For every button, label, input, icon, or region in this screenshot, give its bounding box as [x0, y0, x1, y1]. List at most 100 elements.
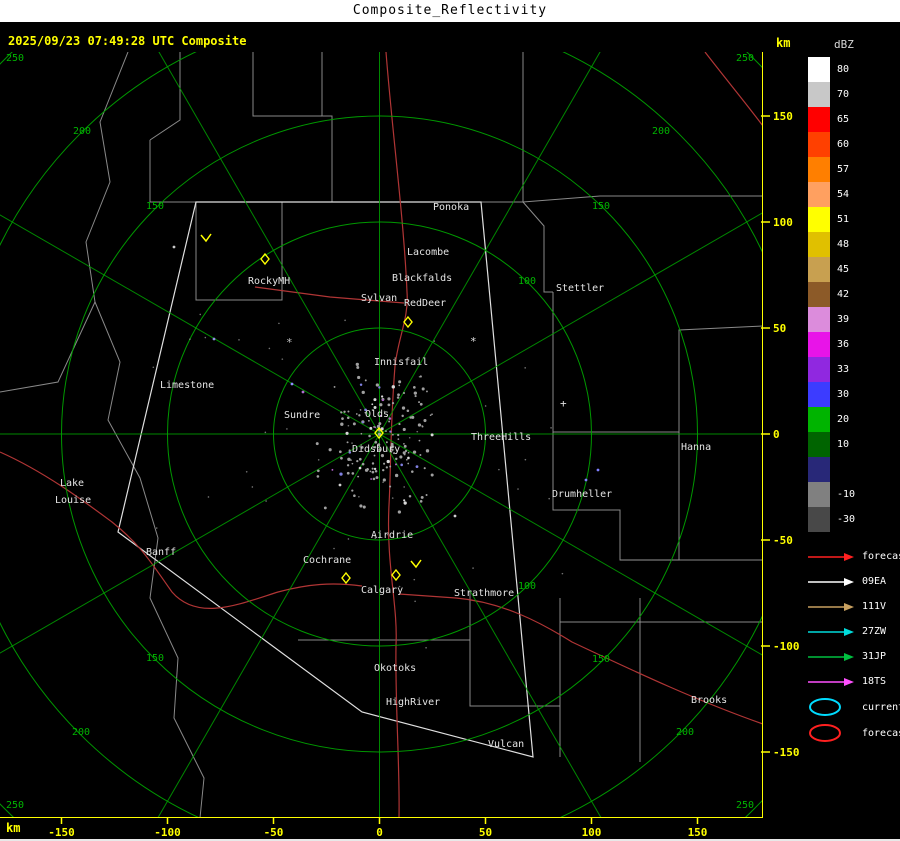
city-label: Airdrie: [371, 530, 413, 541]
city-label: Hanna: [681, 442, 711, 453]
echo-dot: [409, 416, 412, 419]
radar-coverage-outline: [117, 201, 534, 758]
echo-dot: [420, 495, 424, 499]
point-marker-plus: +: [560, 397, 567, 410]
colorbar-value-label: 51: [837, 214, 850, 225]
echo-dot: [421, 387, 425, 391]
city-label: RockyMH: [248, 276, 290, 287]
echo-dot: [418, 401, 421, 404]
range-ring-label: 100: [518, 276, 536, 287]
legend-arrow-row: forecast: [806, 544, 900, 569]
range-ring: [0, 52, 763, 818]
echo-dot: [347, 424, 350, 427]
track-arrow-icon: [808, 652, 854, 661]
colorbar-swatch: [808, 107, 830, 132]
city-label: Okotoks: [374, 663, 416, 674]
colorbar-swatch-row: 80: [808, 57, 867, 82]
echo-dot: [351, 489, 354, 492]
district-boundary: [0, 52, 129, 393]
echo-dot: [484, 405, 487, 407]
echo-dot: [398, 384, 401, 387]
point-marker-dot: [584, 478, 588, 482]
storm-ellipse-icon: [809, 698, 841, 716]
echo-dot: [346, 471, 350, 475]
point-marker-dot: [301, 390, 305, 394]
echo-dot: [359, 409, 362, 411]
colorbar-swatch: [808, 507, 830, 532]
echo-dot: [386, 459, 390, 464]
echo-dot: [391, 385, 396, 389]
city-label: ThreeHills: [471, 432, 531, 443]
echo-dot: [403, 499, 406, 502]
echo-dot: [423, 467, 426, 470]
colorbar-value-label: 45: [837, 264, 850, 275]
echo-dot: [340, 456, 343, 460]
colorbar-swatch: [808, 82, 830, 107]
echo-dot: [339, 472, 343, 476]
echo-dot: [358, 466, 362, 470]
echo-dot: [251, 486, 254, 488]
echo-dot: [388, 420, 391, 423]
window-title: Composite_Reflectivity: [352, 3, 548, 18]
echo-dot: [341, 417, 344, 420]
echo-dot: [411, 470, 414, 473]
echo-dot: [433, 340, 436, 342]
track-arrow-icon: [808, 577, 854, 586]
colorbar-swatch: [808, 182, 830, 207]
colorbar-swatch-row: 54: [808, 182, 867, 207]
range-ring-label: 200: [652, 126, 670, 137]
azimuth-line: [158, 52, 380, 435]
storm-ellipse-icon: [809, 724, 841, 742]
right-axis-tick-label: 100: [773, 216, 793, 229]
storm-track-legend: forecast 09EA 111V 27ZW 31JP 18TS current forec…: [806, 544, 900, 746]
echo-dot: [415, 465, 419, 469]
echo-dot: [328, 448, 332, 452]
colorbar-swatch: [808, 232, 830, 257]
echo-dot: [472, 567, 474, 569]
range-ring-label: 150: [146, 653, 164, 664]
city-label: Lake: [60, 478, 84, 489]
colorbar-swatch: [808, 332, 830, 357]
colorbar-swatch-row: 33: [808, 357, 867, 382]
legend-label: 27ZW: [862, 626, 887, 637]
district-boundary: [552, 292, 763, 433]
city-label: Lacombe: [407, 247, 449, 258]
echo-dot: [359, 504, 363, 508]
legend-label: 18TS: [862, 676, 887, 687]
range-ring-label: 150: [592, 201, 610, 212]
echo-dot: [286, 428, 288, 430]
echo-dot: [418, 439, 421, 442]
echo-dot: [351, 472, 355, 475]
colorbar-swatches: 80 70 65 60 57 54 51 48 45 42 39 36 33 30 20 10 -10 -30: [808, 57, 867, 532]
echo-dot: [347, 457, 351, 461]
echo-dot: [358, 457, 362, 461]
echo-dot: [189, 338, 191, 340]
colorbar-swatch-row: 36: [808, 332, 867, 357]
colorbar-swatch: [808, 357, 830, 382]
city-label: Innisfail: [374, 357, 428, 368]
azimuth-line: [0, 214, 380, 435]
point-marker-dot: [290, 382, 294, 386]
echo-dot: [359, 383, 363, 386]
city-label: Limestone: [160, 380, 214, 391]
echo-dot: [361, 390, 365, 395]
echo-dot: [403, 442, 405, 445]
colorbar-value-label: 42: [837, 289, 850, 300]
echo-dot: [369, 426, 373, 430]
echo-dot: [389, 430, 392, 433]
colorbar-value-label: 10: [837, 439, 850, 450]
echo-dot: [333, 547, 335, 550]
range-ring-label: 150: [592, 654, 610, 665]
echo-dot: [333, 385, 336, 388]
echo-dot: [413, 578, 416, 581]
echo-dot: [402, 391, 406, 395]
track-arrow-icon: [808, 627, 854, 636]
echo-dot: [317, 459, 320, 461]
echo-dot: [431, 413, 433, 416]
echo-dot: [383, 462, 386, 465]
echo-dot: [395, 457, 398, 461]
echo-dot: [389, 485, 392, 488]
district-boundary: [522, 195, 763, 203]
echo-dot: [264, 431, 267, 434]
point-marker-dot: [172, 245, 176, 249]
